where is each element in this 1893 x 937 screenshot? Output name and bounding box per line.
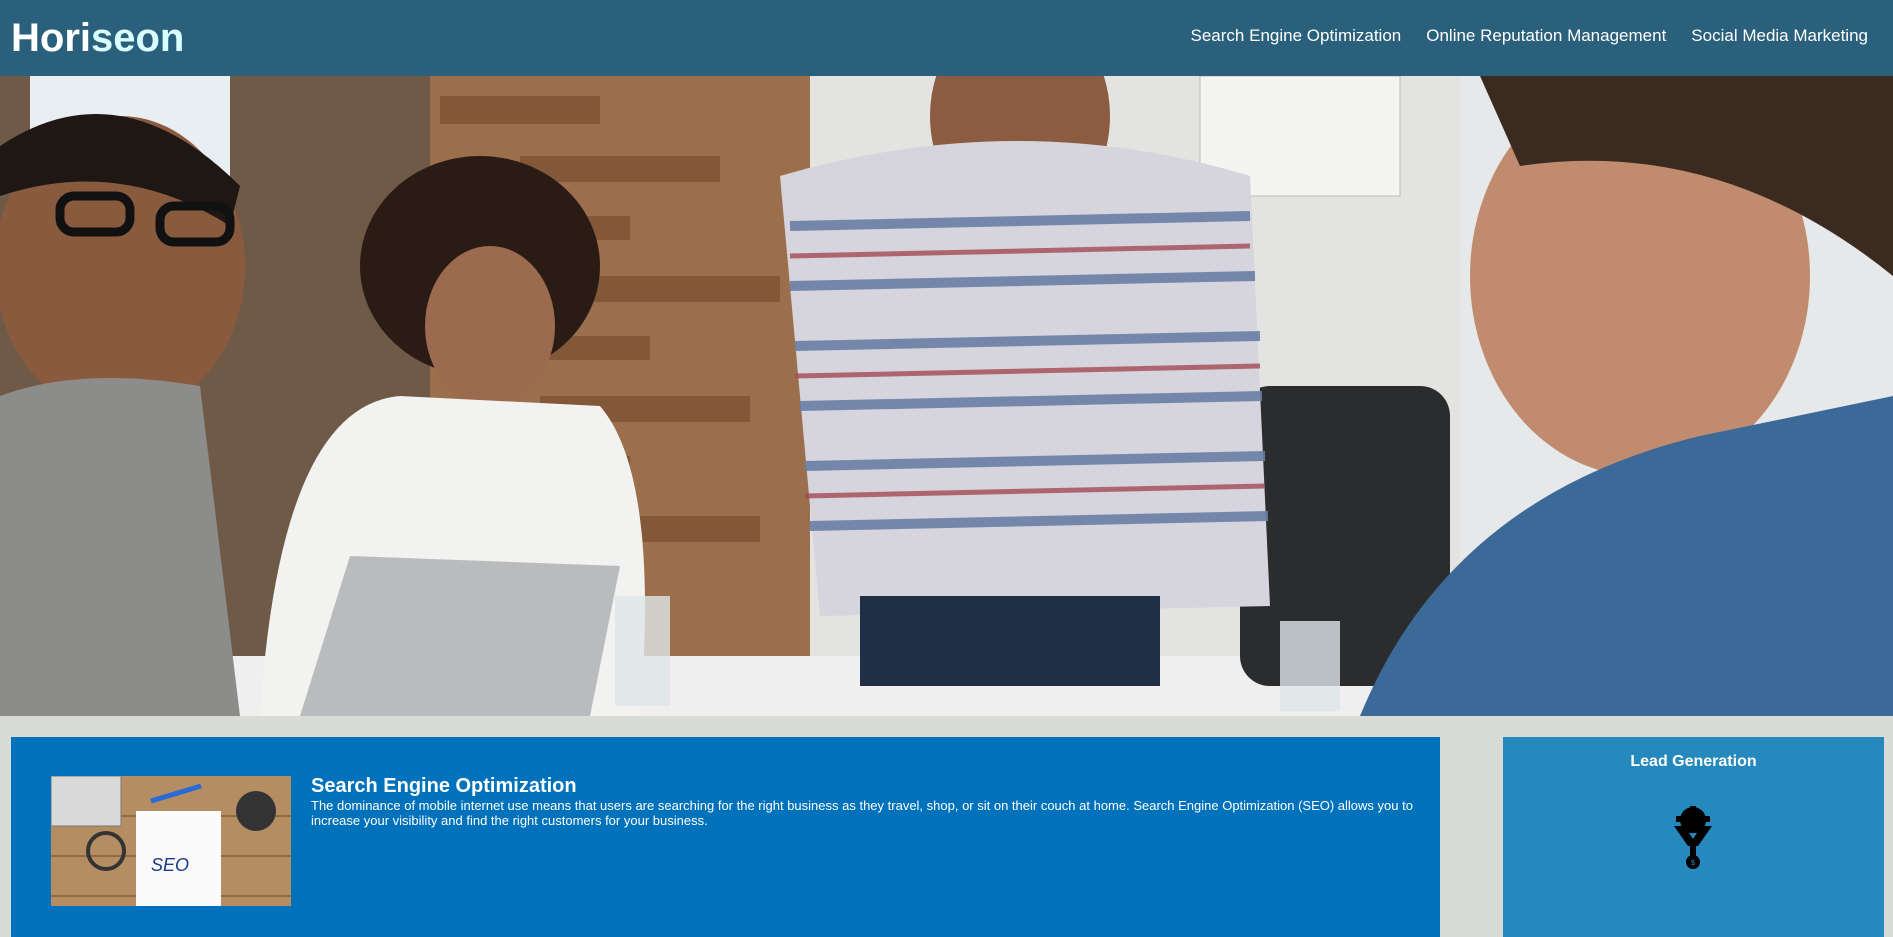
lead-generation-funnel-icon: $ [1672, 806, 1714, 875]
svg-text:$: $ [1690, 858, 1695, 867]
lead-generation-card: Lead Generation $ [1503, 737, 1884, 937]
nav-link-seo[interactable]: Search Engine Optimization [1191, 24, 1402, 48]
seo-image-text: SEO [151, 855, 189, 875]
site-logo[interactable]: Horiseon [11, 14, 184, 62]
seo-section: SEO Search Engine Optimization The domin… [11, 737, 1440, 937]
logo-prefix: Hori [11, 16, 91, 60]
site-header: Horiseon Search Engine Optimization Onli… [0, 0, 1893, 76]
hero-photo-illustration [0, 76, 1893, 716]
nav-link-social-media[interactable]: Social Media Marketing [1691, 24, 1868, 48]
seo-description: The dominance of mobile internet use mea… [311, 798, 1413, 828]
nav-link-reputation[interactable]: Online Reputation Management [1426, 24, 1666, 48]
hero-image [0, 76, 1893, 716]
main-nav: Search Engine Optimization Online Reputa… [1166, 24, 1868, 48]
logo-accent: seon [91, 16, 185, 60]
seo-notebook-illustration: SEO [51, 776, 291, 906]
seo-image: SEO [51, 776, 291, 906]
seo-title: Search Engine Optimization [311, 775, 577, 797]
lead-generation-title: Lead Generation [1630, 753, 1757, 770]
